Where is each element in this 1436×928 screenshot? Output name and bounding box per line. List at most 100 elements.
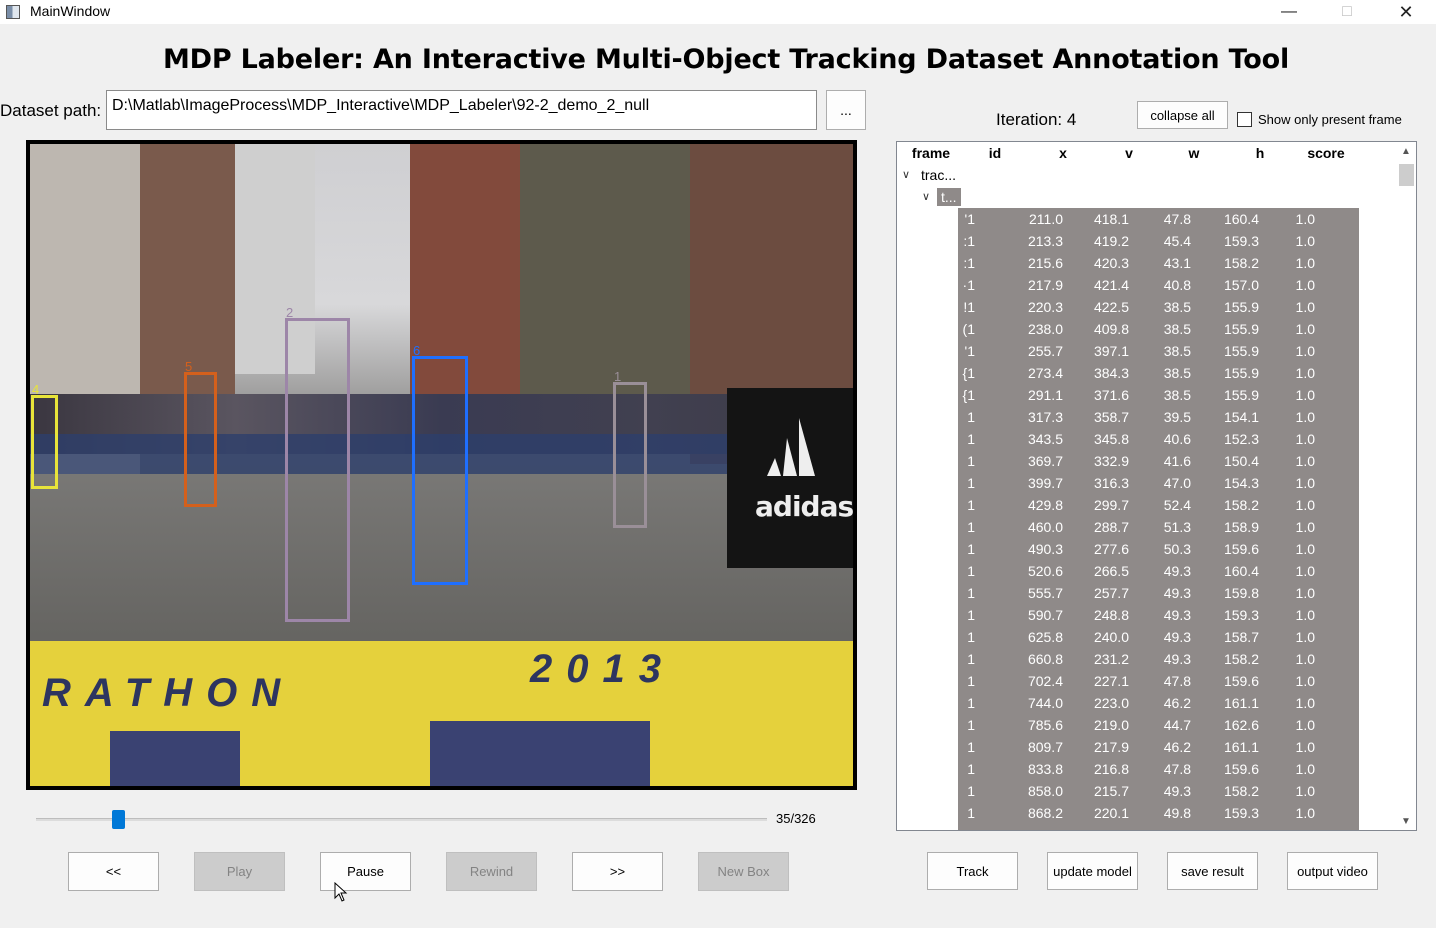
cell-x: 490.3 (1027, 541, 1063, 557)
prev-frame-button[interactable]: << (68, 852, 159, 891)
tree-row[interactable]: 1 809.7 217.9 46.2 161.1 1.0 (897, 736, 1397, 758)
tree-row[interactable]: :1 213.3 419.2 45.4 159.3 1.0 (897, 230, 1397, 252)
rewind-button[interactable]: Rewind (446, 852, 537, 891)
cell-h: 162.6 (1223, 717, 1259, 733)
video-view[interactable]: adidas RATHON 2013 4 5 2 6 1 (26, 140, 857, 790)
show-only-checkbox[interactable] (1237, 112, 1252, 127)
tree-row[interactable]: (1 238.0 409.8 38.5 155.9 1.0 (897, 318, 1397, 340)
new-box-button[interactable]: New Box (698, 852, 789, 891)
column-header-h[interactable]: h (1251, 145, 1269, 161)
tree-row[interactable]: 1 369.7 332.9 41.6 150.4 1.0 (897, 450, 1397, 472)
tree-row[interactable]: 1 317.3 358.7 39.5 154.1 1.0 (897, 406, 1397, 428)
minimize-button[interactable]: — (1260, 0, 1318, 24)
tree-row[interactable]: 1 590.7 248.8 49.3 159.3 1.0 (897, 604, 1397, 626)
dataset-path-input[interactable]: D:\Matlab\ImageProcess\MDP_Interactive\M… (106, 90, 817, 130)
frame-slider-handle[interactable] (112, 810, 125, 829)
cell-score: 1.0 (1295, 695, 1315, 711)
chevron-down-icon[interactable]: ∨ (922, 190, 930, 203)
frame-slider[interactable] (36, 818, 767, 821)
cell-x: 273.4 (1027, 365, 1063, 381)
browse-button[interactable]: ... (826, 90, 866, 130)
cell-frame: 1 (967, 519, 975, 535)
tree-row[interactable]: {1 273.4 384.3 38.5 155.9 1.0 (897, 362, 1397, 384)
cell-v: 257.7 (1093, 585, 1129, 601)
cell-v: 231.2 (1093, 651, 1129, 667)
column-header-v[interactable]: v (1120, 145, 1138, 161)
scrollbar-thumb[interactable] (1399, 164, 1414, 186)
tree-row[interactable]: '1 255.7 397.1 38.5 155.9 1.0 (897, 340, 1397, 362)
cell-v: 358.7 (1093, 409, 1129, 425)
collapse-all-button[interactable]: collapse all (1137, 101, 1228, 129)
track-box-4[interactable]: 4 (31, 382, 58, 489)
tree-row[interactable]: !1 220.3 422.5 38.5 155.9 1.0 (897, 296, 1397, 318)
cell-v: 220.1 (1093, 805, 1129, 821)
column-header-frame[interactable]: frame (909, 145, 953, 161)
tree-row[interactable]: 1 785.6 219.0 44.7 162.6 1.0 (897, 714, 1397, 736)
tree-row[interactable]: 1 520.6 266.5 49.3 160.4 1.0 (897, 560, 1397, 582)
tree-row[interactable]: 1 858.0 215.7 49.3 158.2 1.0 (897, 780, 1397, 802)
cell-w: 47.0 (1163, 475, 1191, 491)
column-header-id[interactable]: id (983, 145, 1007, 161)
cell-h: 159.3 (1223, 233, 1259, 249)
track-box-5[interactable]: 5 (184, 359, 217, 507)
play-button[interactable]: Play (194, 852, 285, 891)
tree-child-item[interactable]: t... (937, 188, 961, 206)
track-box-2[interactable]: 2 (285, 305, 350, 622)
tree-row[interactable]: 1 833.8 216.8 47.8 159.6 1.0 (897, 758, 1397, 780)
tree-row[interactable]: 1 868.2 220.1 49.8 159.3 1.0 (897, 802, 1397, 824)
cell-score: 1.0 (1295, 365, 1315, 381)
cell-x: 555.7 (1027, 585, 1063, 601)
cell-h: 152.3 (1223, 431, 1259, 447)
tree-row[interactable]: 1 555.7 257.7 49.3 159.8 1.0 (897, 582, 1397, 604)
cell-h: 160.4 (1223, 563, 1259, 579)
tree-row[interactable]: 1 429.8 299.7 52.4 158.2 1.0 (897, 494, 1397, 516)
tree-row[interactable]: :1 215.6 420.3 43.1 158.2 1.0 (897, 252, 1397, 274)
cell-x: 217.9 (1027, 277, 1063, 293)
cell-w: 49.3 (1163, 629, 1191, 645)
cell-frame: 1 (967, 453, 975, 469)
next-frame-button[interactable]: >> (572, 852, 663, 891)
column-header-w[interactable]: w (1184, 145, 1204, 161)
maximize-button[interactable]: □ (1318, 0, 1376, 24)
show-only-present-frame[interactable]: Show only present frame (1237, 112, 1402, 127)
tree-row[interactable]: {1 291.1 371.6 38.5 155.9 1.0 (897, 384, 1397, 406)
cell-score: 1.0 (1295, 607, 1315, 623)
tree-row[interactable]: 1 460.0 288.7 51.3 158.9 1.0 (897, 516, 1397, 538)
cell-x: 317.3 (1027, 409, 1063, 425)
cell-w: 46.2 (1163, 695, 1191, 711)
track-box-6[interactable]: 6 (412, 343, 468, 585)
update-model-button[interactable]: update model (1047, 852, 1138, 890)
track-box-1[interactable]: 1 (613, 369, 647, 528)
tree-row[interactable]: 1 343.5 345.8 40.6 152.3 1.0 (897, 428, 1397, 450)
cell-score: 1.0 (1295, 717, 1315, 733)
cell-h: 158.2 (1223, 651, 1259, 667)
tree-row[interactable]: 1 625.8 240.0 49.3 158.7 1.0 (897, 626, 1397, 648)
tree-row[interactable]: 1 399.7 316.3 47.0 154.3 1.0 (897, 472, 1397, 494)
cell-v: 240.0 (1093, 629, 1129, 645)
track-button[interactable]: Track (927, 852, 1018, 890)
tree-row[interactable]: 1 744.0 223.0 46.2 161.1 1.0 (897, 692, 1397, 714)
tree-row[interactable]: ·1 217.9 421.4 40.8 157.0 1.0 (897, 274, 1397, 296)
column-header-score[interactable]: score (1305, 145, 1347, 161)
cell-x: 255.7 (1027, 343, 1063, 359)
cell-h: 155.9 (1223, 343, 1259, 359)
tree-row[interactable]: 1 702.4 227.1 47.8 159.6 1.0 (897, 670, 1397, 692)
cell-h: 155.9 (1223, 299, 1259, 315)
adidas-banner: adidas (727, 388, 853, 568)
cell-frame: ·1 (962, 277, 975, 293)
tree-row[interactable]: 1 660.8 231.2 49.3 158.2 1.0 (897, 648, 1397, 670)
close-button[interactable]: ✕ (1377, 0, 1435, 24)
output-video-button[interactable]: output video (1287, 852, 1378, 890)
adidas-text: adidas (755, 490, 853, 523)
tree-root-item[interactable]: trac... (921, 167, 956, 183)
vertical-scrollbar[interactable]: ▲ ▼ (1396, 142, 1416, 830)
tracks-tree-view[interactable]: frame id x v w h score ∨ trac... ∨ t... … (896, 141, 1417, 831)
column-header-x[interactable]: x (1054, 145, 1072, 161)
save-result-button[interactable]: save result (1167, 852, 1258, 890)
chevron-down-icon[interactable]: ∨ (902, 168, 910, 181)
scroll-down-icon[interactable]: ▼ (1396, 812, 1416, 830)
scroll-up-icon[interactable]: ▲ (1396, 142, 1416, 160)
tree-row[interactable]: '1 211.0 418.1 47.8 160.4 1.0 (897, 208, 1397, 230)
cell-frame: !1 (963, 299, 975, 315)
tree-row[interactable]: 1 490.3 277.6 50.3 159.6 1.0 (897, 538, 1397, 560)
